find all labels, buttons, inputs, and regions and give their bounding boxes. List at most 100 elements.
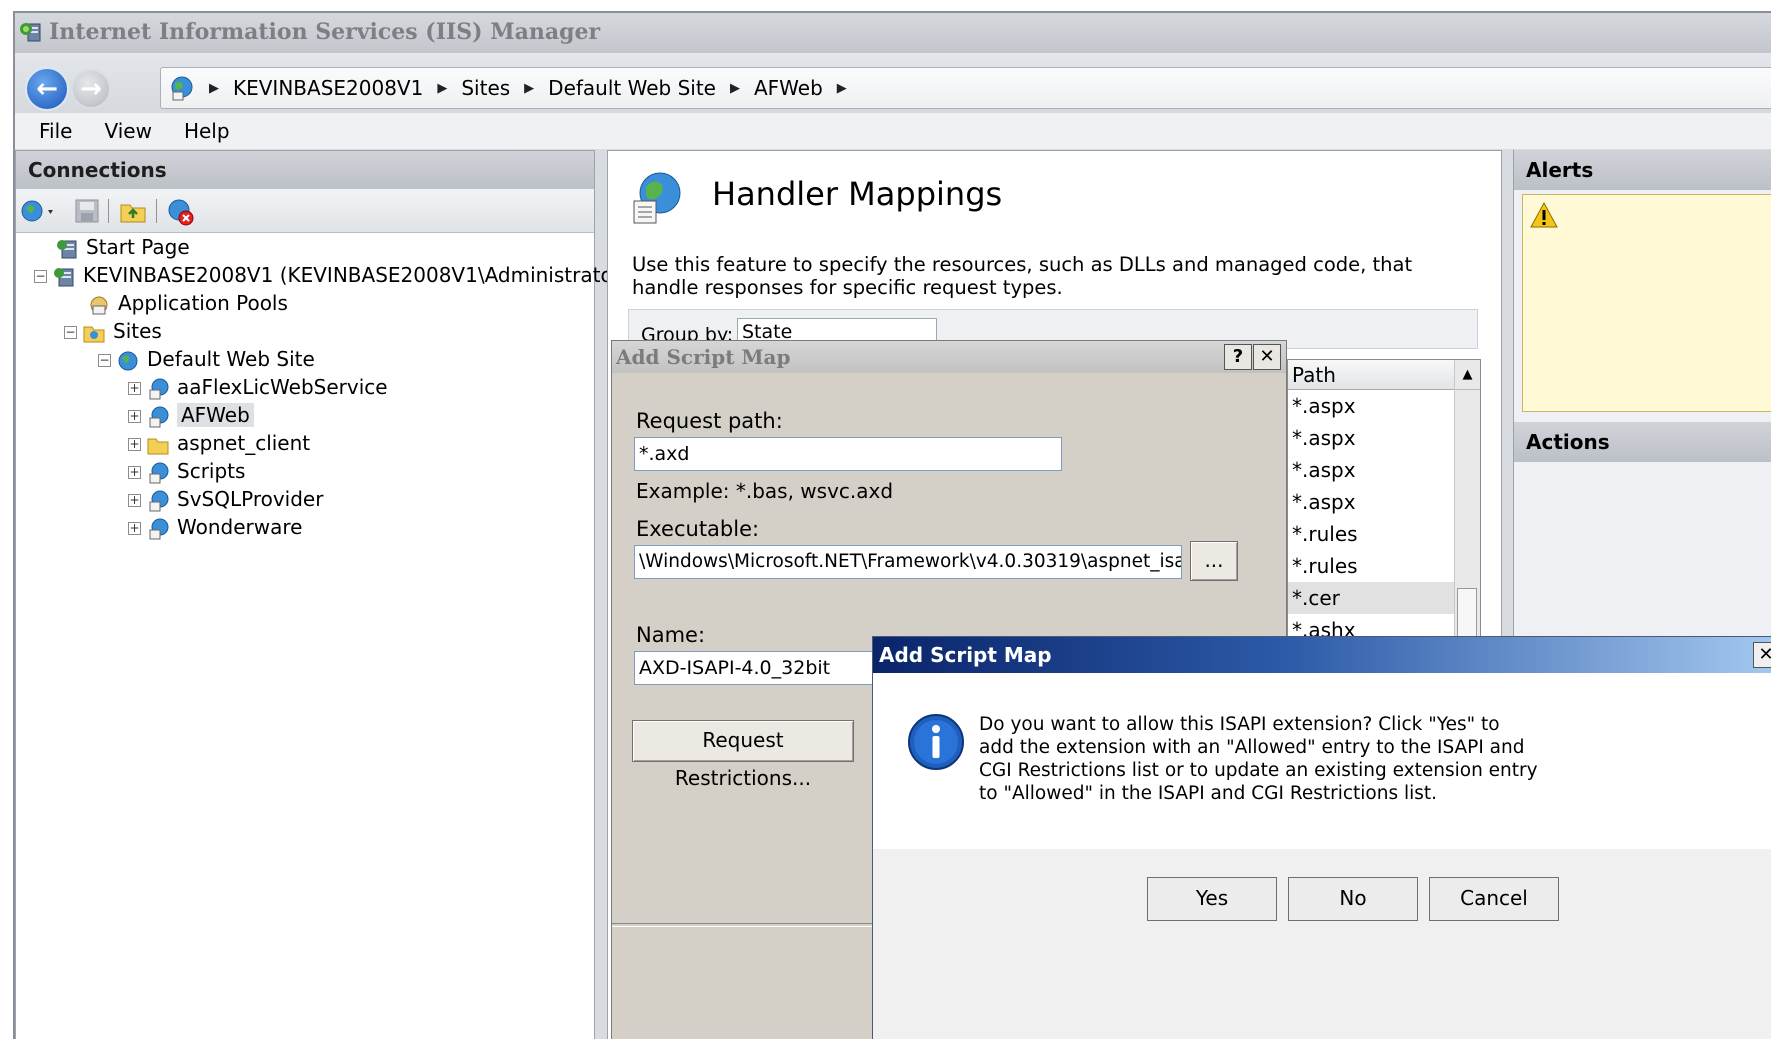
menu-help[interactable]: Help xyxy=(184,119,230,143)
tree-label: Sites xyxy=(113,319,162,343)
disconnect-icon[interactable] xyxy=(166,197,196,227)
breadcrumb-default-web-site[interactable]: Default Web Site xyxy=(548,76,716,100)
breadcrumb-separator-icon[interactable]: ▶ xyxy=(837,81,847,96)
web-application-icon xyxy=(149,518,169,539)
list-item[interactable]: *.aspx xyxy=(1288,390,1480,422)
tree-label: Scripts xyxy=(177,459,246,483)
expand-icon[interactable]: + xyxy=(128,494,141,507)
tree-item-default-web-site[interactable]: − Default Web Site xyxy=(34,345,574,373)
expand-icon[interactable]: + xyxy=(128,410,141,423)
web-application-icon xyxy=(149,490,169,511)
tree-item-site-child[interactable]: + Scripts xyxy=(34,457,574,485)
menu-bar: File View Help xyxy=(15,113,1771,149)
globe-icon xyxy=(171,76,193,101)
handler-path-list[interactable]: Path ▲ *.aspx *.aspx *.aspx *.aspx *.rul… xyxy=(1287,359,1481,649)
expand-icon[interactable]: + xyxy=(128,522,141,535)
iis-app-icon xyxy=(20,23,41,42)
tree-item-sites[interactable]: − Sites xyxy=(34,317,574,345)
handler-mappings-icon xyxy=(633,172,681,224)
breadcrumb-separator-icon: ▶ xyxy=(209,80,219,96)
confirm-dialog-body: Do you want to allow this ISAPI extensio… xyxy=(873,673,1771,849)
tree-label: Start Page xyxy=(86,235,190,259)
toolbar-divider xyxy=(108,199,109,223)
address-bar[interactable]: ▶ KEVINBASE2008V1 ▶ Sites ▶ Default Web … xyxy=(160,67,1771,109)
tree-item-site-child-selected[interactable]: + AFWeb xyxy=(34,401,574,429)
column-header-path[interactable]: Path xyxy=(1288,360,1480,390)
web-application-icon xyxy=(149,406,169,427)
breadcrumb-server[interactable]: KEVINBASE2008V1 xyxy=(233,76,423,100)
connections-header: Connections xyxy=(16,151,594,189)
tree-item-site-child[interactable]: + SvSQLProvider xyxy=(34,485,574,513)
back-button[interactable]: ← xyxy=(25,67,69,111)
request-restrictions-button[interactable]: Request Restrictions... xyxy=(632,720,854,790)
start-page-icon xyxy=(57,239,77,258)
tree-item-site-child[interactable]: + aaFlexLicWebService xyxy=(34,373,574,401)
confirm-message: Do you want to allow this ISAPI extensio… xyxy=(979,714,1538,804)
list-item[interactable]: *.rules xyxy=(1288,518,1480,550)
tree-label: KEVINBASE2008V1 (KEVINBASE2008V1\Adminis… xyxy=(83,263,629,287)
close-icon[interactable]: ✕ xyxy=(1253,344,1281,370)
menu-view[interactable]: View xyxy=(104,119,151,143)
breadcrumb-afweb[interactable]: AFWeb xyxy=(754,76,823,100)
list-item-selected[interactable]: *.cer xyxy=(1288,582,1454,614)
tree-item-start-page[interactable]: Start Page xyxy=(34,233,574,261)
forward-button[interactable]: → xyxy=(71,69,111,109)
request-path-input[interactable]: *.axd xyxy=(634,437,1062,471)
tree-label: SvSQLProvider xyxy=(177,487,324,511)
collapse-icon[interactable]: − xyxy=(64,326,77,339)
tree-label: aaFlexLicWebService xyxy=(177,375,388,399)
save-icon[interactable] xyxy=(74,198,100,224)
breadcrumb-sites[interactable]: Sites xyxy=(461,76,510,100)
tree-item-application-pools[interactable]: Application Pools xyxy=(34,289,574,317)
tree-label: Default Web Site xyxy=(147,347,315,371)
confirm-dialog-title: Add Script Map xyxy=(873,637,1771,673)
expand-icon[interactable]: + xyxy=(128,382,141,395)
information-icon xyxy=(908,714,964,770)
scroll-up-icon[interactable]: ▲ xyxy=(1455,360,1480,390)
application-pools-icon xyxy=(90,296,108,314)
alerts-header: Alerts xyxy=(1514,150,1771,190)
connections-toolbar xyxy=(16,189,594,233)
yes-button[interactable]: Yes xyxy=(1147,877,1277,921)
browse-button[interactable]: ... xyxy=(1190,541,1238,581)
expand-icon[interactable]: + xyxy=(128,438,141,451)
tree-item-site-child[interactable]: + Wonderware xyxy=(34,513,574,541)
collapse-icon[interactable]: − xyxy=(98,354,111,367)
no-button[interactable]: No xyxy=(1288,877,1418,921)
confirm-dialog: Add Script Map ✕ Do you want to allow th… xyxy=(872,636,1771,1039)
list-item[interactable]: *.aspx xyxy=(1288,486,1480,518)
feature-description: Use this feature to specify the resource… xyxy=(632,253,1413,299)
feature-title: Handler Mappings xyxy=(712,175,1003,213)
name-input[interactable]: AXD-ISAPI-4.0_32bit xyxy=(634,651,874,685)
cancel-button[interactable]: Cancel xyxy=(1429,877,1559,921)
up-folder-icon[interactable] xyxy=(119,197,147,225)
tree-item-site-child[interactable]: + aspnet_client xyxy=(34,429,574,457)
folder-icon xyxy=(147,438,169,454)
help-button[interactable]: ? xyxy=(1224,344,1252,370)
tree-label: Application Pools xyxy=(118,291,288,315)
web-application-icon xyxy=(149,462,169,483)
iis-manager-window: Internet Information Services (IIS) Mana… xyxy=(13,11,1771,1039)
breadcrumb-separator-icon: ▶ xyxy=(524,80,535,96)
list-item[interactable]: *.aspx xyxy=(1288,454,1480,486)
toolbar-divider xyxy=(156,199,157,223)
dialog-title: Add Script Map xyxy=(612,341,1286,373)
menu-file[interactable]: File xyxy=(39,119,72,143)
close-icon[interactable]: ✕ xyxy=(1753,642,1771,668)
forward-arrow-icon: → xyxy=(80,74,102,104)
tree-item-server[interactable]: − KEVINBASE2008V1 (KEVINBASE2008V1\Admin… xyxy=(34,261,629,289)
connect-globe-dropdown-icon[interactable] xyxy=(20,198,60,224)
sites-folder-icon xyxy=(83,326,105,342)
breadcrumb-separator-icon: ▶ xyxy=(437,80,448,96)
collapse-icon[interactable]: − xyxy=(34,270,47,283)
executable-input[interactable]: \Windows\Microsoft.NET\Framework\v4.0.30… xyxy=(634,545,1182,579)
list-item[interactable]: *.aspx xyxy=(1288,422,1480,454)
list-scrollbar[interactable]: ▲ xyxy=(1454,360,1480,648)
request-path-example: Example: *.bas, wsvc.axd xyxy=(636,479,894,503)
list-item[interactable]: *.rules xyxy=(1288,550,1480,582)
expand-icon[interactable]: + xyxy=(128,466,141,479)
request-path-label: Request path: xyxy=(636,409,783,433)
connections-panel: Connections Start Page − KEVINBASE2008V1… xyxy=(15,150,629,1039)
name-label: Name: xyxy=(636,623,706,647)
breadcrumb-separator-icon: ▶ xyxy=(729,80,740,96)
